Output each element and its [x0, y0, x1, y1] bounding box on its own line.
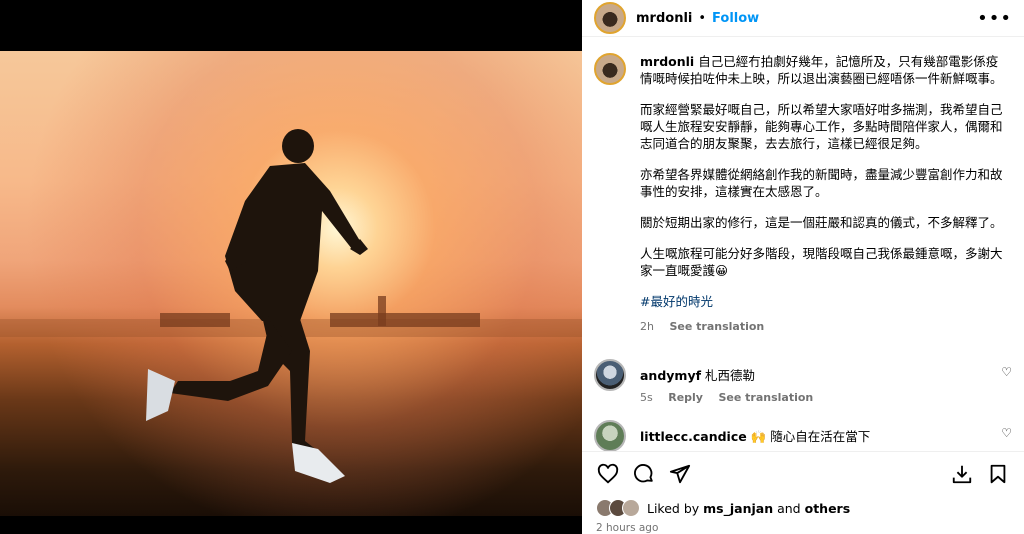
comment-username[interactable]: littlecc.candice: [640, 429, 747, 444]
caption-paragraph-1: 自己已經冇拍劇好幾年，記憶所及，只有幾部電影係疫情嘅時候拍咗仲未上映，所以退出演…: [640, 54, 1003, 86]
heart-icon[interactable]: [594, 460, 622, 488]
post-details-panel: mrdonli • Follow ••• mrdonli 自己已經冇拍劇好幾年，…: [582, 0, 1024, 534]
bookmark-icon[interactable]: [984, 460, 1012, 488]
post-timestamp: 2 hours ago: [596, 522, 659, 534]
caption-see-translation[interactable]: See translation: [669, 320, 764, 333]
likes-text: Liked by ms_janjan and others: [647, 501, 850, 516]
comments-scroll-area[interactable]: mrdonli 自己已經冇拍劇好幾年，記憶所及，只有幾部電影係疫情嘅時候拍咗仲未…: [582, 37, 1024, 451]
comment-meta: 5s Reply See translation: [640, 391, 993, 404]
comment-age: 5s: [640, 391, 653, 404]
likes-and: and: [777, 500, 801, 516]
comment-text: 🙌 隨心自在活在當下: [750, 429, 871, 444]
likes-others-link[interactable]: others: [805, 501, 851, 516]
caption-paragraph-3: 亦希望各界媒體從網絡創作我的新聞時，盡量減少豐富創作力和故事性的安排，這樣實在太…: [640, 167, 1003, 199]
commenter-avatar[interactable]: [594, 420, 626, 451]
comment-username[interactable]: andymyf: [640, 368, 701, 383]
comment-body: andymyf 札西德勒 5s Reply See translation: [640, 359, 993, 404]
likes-summary: Liked by ms_janjan and others: [582, 496, 1024, 520]
comment-item: littlecc.candice 🙌 隨心自在活在當下 ♡: [594, 420, 1012, 451]
author-username[interactable]: mrdonli: [636, 11, 692, 26]
comment-text: 札西德勒: [705, 368, 756, 383]
caption-meta: 2h See translation: [640, 318, 1010, 335]
comment-body: littlecc.candice 🙌 隨心自在活在當下: [640, 420, 993, 445]
caption-paragraph-4: 關於短期出家的修行，這是一個莊嚴和認真的儀式，不多解釋了。: [640, 215, 1003, 230]
author-avatar[interactable]: [594, 2, 626, 34]
post-photo[interactable]: [0, 51, 582, 516]
comment-icon[interactable]: [630, 460, 658, 488]
runner-silhouette: [146, 129, 368, 483]
likes-prefix: Liked by: [647, 500, 700, 516]
caption-paragraph-5: 人生嘅旅程可能分好多階段，現階段嘅自己我係最鍾意嘅，多謝大家一直嘅愛護😀: [640, 246, 1003, 278]
download-icon[interactable]: [948, 460, 976, 488]
comment-item: andymyf 札西德勒 5s Reply See translation ♡: [594, 359, 1012, 404]
commenter-avatar[interactable]: [594, 359, 626, 391]
liker-username[interactable]: ms_janjan: [703, 501, 773, 516]
hashtag-link[interactable]: #最好的時光: [640, 294, 713, 309]
post-header: mrdonli • Follow •••: [582, 0, 1024, 37]
liker-avatar: [622, 499, 640, 517]
caption-paragraph-2: 而家經營緊最好嘅自己，所以希望大家唔好咁多揣測，我希望自己嘅人生旅程安安靜靜，能…: [640, 102, 1003, 151]
comment-like-heart-icon[interactable]: ♡: [1001, 365, 1012, 379]
comment-like-heart-icon[interactable]: ♡: [1001, 426, 1012, 440]
separator-dot: •: [698, 10, 707, 26]
post-media[interactable]: [0, 0, 582, 534]
action-bar: [582, 451, 1024, 496]
comment-see-translation[interactable]: See translation: [718, 391, 813, 404]
caption: mrdonli 自己已經冇拍劇好幾年，記憶所及，只有幾部電影係疫情嘅時候拍咗仲未…: [594, 53, 1012, 335]
caption-body: mrdonli 自己已經冇拍劇好幾年，記憶所及，只有幾部電影係疫情嘅時候拍咗仲未…: [640, 53, 1010, 335]
share-icon[interactable]: [666, 460, 694, 488]
more-horizontal-icon[interactable]: •••: [977, 8, 1012, 29]
caption-author-avatar[interactable]: [594, 53, 626, 85]
caption-username[interactable]: mrdonli: [640, 54, 694, 69]
follow-button[interactable]: Follow: [712, 11, 759, 26]
caption-age: 2h: [640, 320, 654, 333]
reply-button[interactable]: Reply: [668, 391, 703, 404]
